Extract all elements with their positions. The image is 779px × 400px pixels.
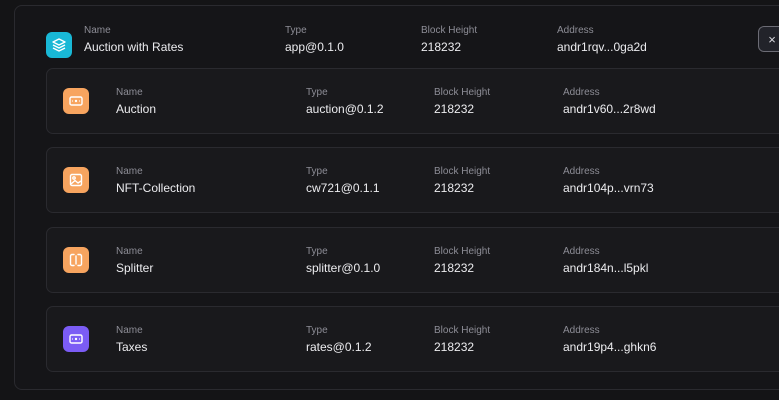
- component-address[interactable]: andr184n...l5pkl: [563, 261, 648, 276]
- component-type: auction@0.1.2: [306, 102, 384, 116]
- component-address[interactable]: andr19p4...ghkn6: [563, 340, 656, 355]
- component-name-field: Name Taxes: [116, 325, 147, 355]
- component-type: cw721@0.1.1: [306, 181, 380, 195]
- app-name: Auction with Rates: [84, 40, 184, 54]
- component-block-height-field: Block Height 218232: [434, 166, 490, 196]
- name-label: Name: [84, 25, 111, 36]
- component-address[interactable]: andr104p...vrn73: [563, 181, 654, 196]
- app-address-field: Address andr1rqv...0ga2d: [557, 25, 647, 55]
- split-icon: [63, 247, 89, 273]
- type-label: Type: [306, 325, 328, 336]
- app-panel: Name Auction with Rates Type app@0.1.0 B…: [14, 5, 779, 390]
- component-card-auction[interactable]: Name Auction Type auction@0.1.2 Block He…: [46, 68, 779, 134]
- component-address-field: Address andr104p...vrn73: [563, 166, 654, 196]
- type-label: Type: [306, 246, 328, 257]
- layers-icon: [46, 32, 72, 58]
- image-icon: [63, 167, 89, 193]
- component-name-field: Name Auction: [116, 87, 156, 117]
- component-name-field: Name Splitter: [116, 246, 153, 276]
- ticket-icon: [63, 326, 89, 352]
- component-card-taxes[interactable]: Name Taxes Type rates@0.1.2 Block Height…: [46, 306, 779, 372]
- component-block-height: 218232: [434, 181, 475, 195]
- close-icon: ×: [768, 31, 776, 47]
- name-label: Name: [116, 166, 143, 177]
- app-address[interactable]: andr1rqv...0ga2d: [557, 40, 647, 55]
- app-row: Name Auction with Rates Type app@0.1.0 B…: [15, 6, 779, 68]
- component-type-field: Type rates@0.1.2: [306, 325, 372, 355]
- component-name: Splitter: [116, 261, 154, 275]
- app-name-field: Name Auction with Rates: [84, 25, 183, 55]
- app-type: app@0.1.0: [285, 40, 344, 54]
- block-height-label: Block Height: [434, 325, 491, 336]
- component-block-height: 218232: [434, 261, 475, 275]
- ticket-icon: [63, 88, 89, 114]
- component-card-nft-collection[interactable]: Name NFT-Collection Type cw721@0.1.1 Blo…: [46, 147, 779, 213]
- block-height-label: Block Height: [421, 25, 478, 36]
- component-address[interactable]: andr1v60...2r8wd: [563, 102, 656, 117]
- name-label: Name: [116, 246, 143, 257]
- component-type-field: Type auction@0.1.2: [306, 87, 384, 117]
- address-label: Address: [563, 87, 600, 98]
- component-type: rates@0.1.2: [306, 340, 372, 354]
- component-name: NFT-Collection: [116, 181, 196, 195]
- address-label: Address: [557, 25, 594, 36]
- component-card-splitter[interactable]: Name Splitter Type splitter@0.1.0 Block …: [46, 227, 779, 293]
- component-name: Auction: [116, 102, 157, 116]
- component-block-height: 218232: [434, 102, 475, 116]
- name-label: Name: [116, 87, 143, 98]
- type-label: Type: [285, 25, 307, 36]
- component-address-field: Address andr184n...l5pkl: [563, 246, 648, 276]
- close-button[interactable]: ×: [758, 26, 779, 52]
- type-label: Type: [306, 87, 328, 98]
- component-type-field: Type cw721@0.1.1: [306, 166, 380, 196]
- component-block-height-field: Block Height 218232: [434, 87, 490, 117]
- block-height-label: Block Height: [434, 246, 491, 257]
- component-address-field: Address andr1v60...2r8wd: [563, 87, 656, 117]
- component-block-height-field: Block Height 218232: [434, 246, 490, 276]
- block-height-label: Block Height: [434, 87, 491, 98]
- component-name-field: Name NFT-Collection: [116, 166, 195, 196]
- address-label: Address: [563, 166, 600, 177]
- app-block-height: 218232: [421, 40, 462, 54]
- address-label: Address: [563, 246, 600, 257]
- component-type: splitter@0.1.0: [306, 261, 381, 275]
- component-name: Taxes: [116, 340, 148, 354]
- component-block-height: 218232: [434, 340, 475, 354]
- app-type-field: Type app@0.1.0: [285, 25, 344, 55]
- name-label: Name: [116, 325, 143, 336]
- type-label: Type: [306, 166, 328, 177]
- app-block-height-field: Block Height 218232: [421, 25, 477, 55]
- address-label: Address: [563, 325, 600, 336]
- component-type-field: Type splitter@0.1.0: [306, 246, 380, 276]
- block-height-label: Block Height: [434, 166, 491, 177]
- component-block-height-field: Block Height 218232: [434, 325, 490, 355]
- component-address-field: Address andr19p4...ghkn6: [563, 325, 656, 355]
